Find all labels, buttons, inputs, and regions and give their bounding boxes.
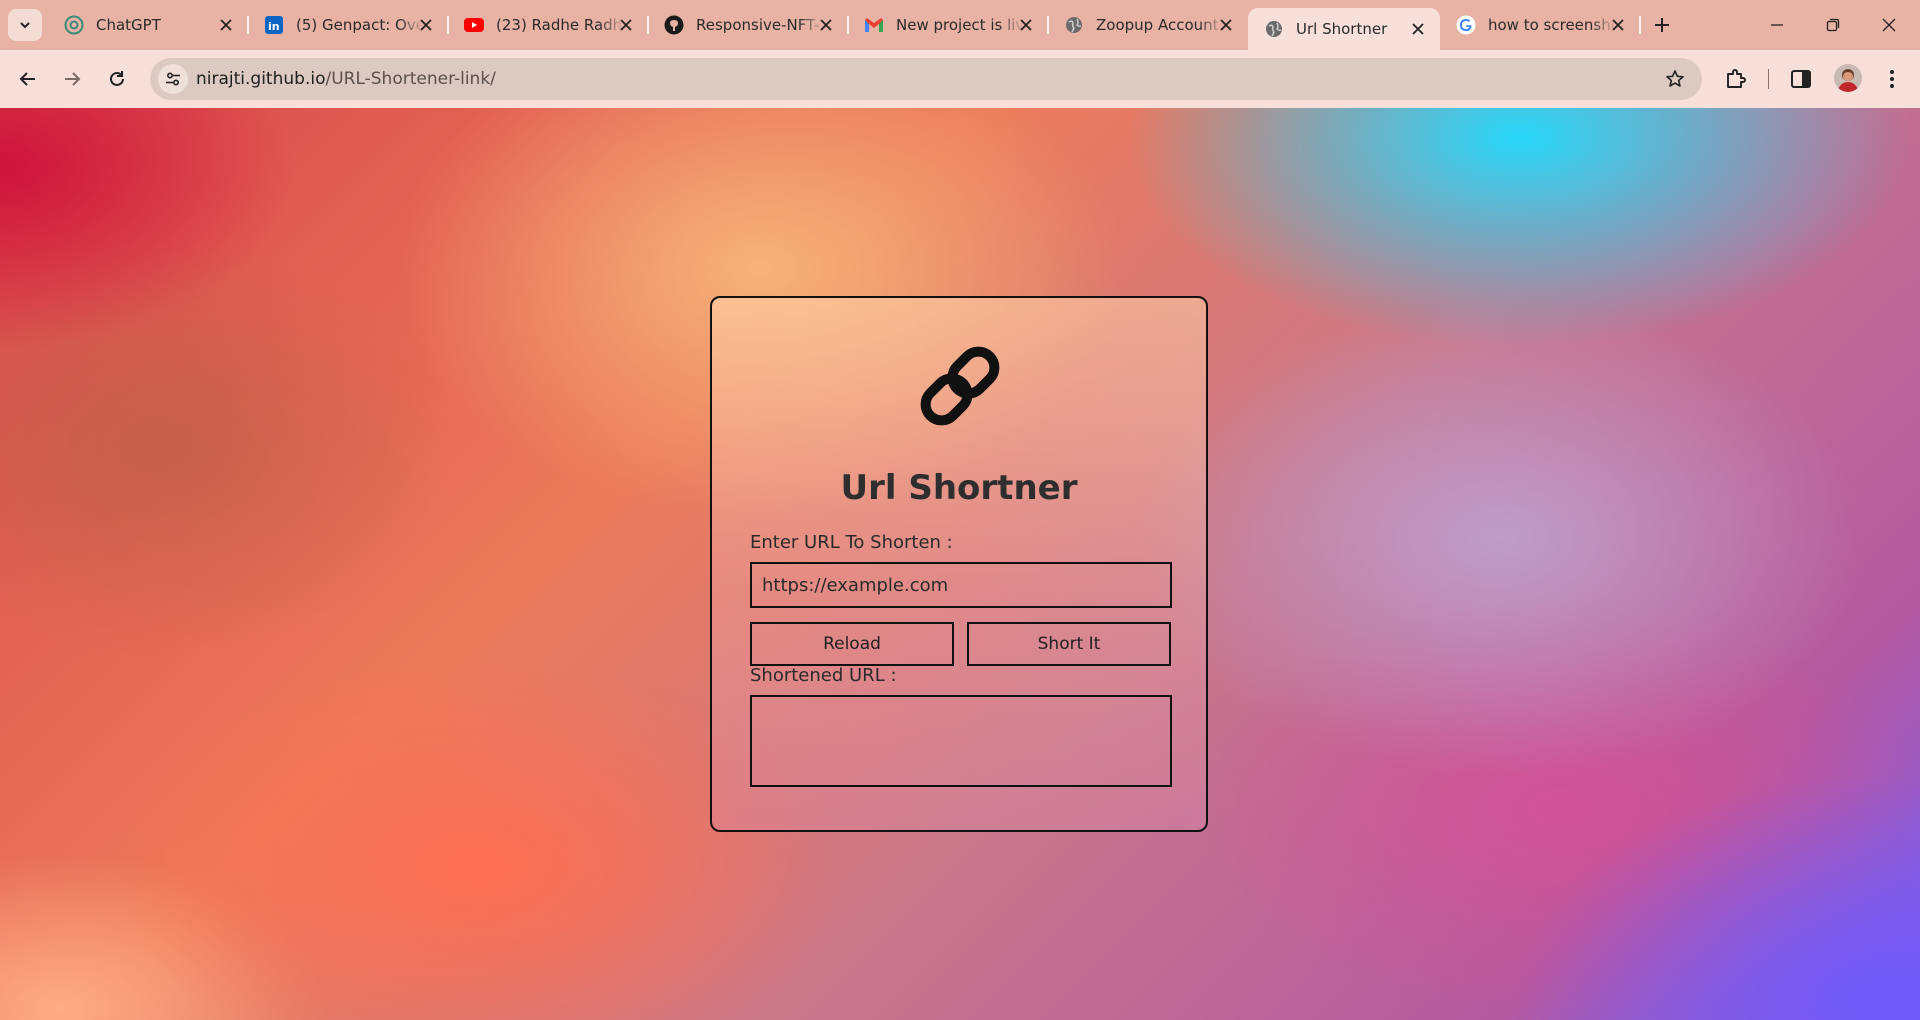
chevron-down-icon — [20, 22, 30, 29]
minimize-button[interactable] — [1754, 10, 1800, 40]
gmail-icon — [864, 15, 884, 35]
close-icon[interactable] — [416, 15, 436, 35]
github-icon — [664, 15, 684, 35]
globe-icon — [1064, 15, 1084, 35]
forward-arrow-icon — [65, 72, 81, 86]
tab-zoopup[interactable]: Zoopup Account — [1048, 8, 1248, 42]
tab-chatgpt[interactable]: ChatGPT — [48, 8, 249, 42]
close-icon[interactable] — [1408, 19, 1428, 39]
tab-strip: ChatGPT in (5) Genpact: Overview (23) Ra… — [0, 0, 1920, 50]
plus-icon — [1655, 18, 1669, 32]
reload-browser-button[interactable] — [103, 65, 131, 93]
address-bar[interactable]: nirajti.github.io/URL-Shortener-link/ — [150, 58, 1702, 100]
more-vertical-icon — [1890, 70, 1894, 88]
browser-toolbar: nirajti.github.io/URL-Shortener-link/ — [0, 50, 1920, 108]
close-icon[interactable] — [816, 15, 836, 35]
tab-title: (23) Radhe Radhe — [496, 16, 624, 34]
google-icon — [1456, 15, 1476, 35]
tab-title: Zoopup Account — [1096, 16, 1219, 34]
site-info-button[interactable] — [158, 64, 188, 94]
short-it-button[interactable]: Short It — [967, 622, 1171, 666]
browser-menu-button[interactable] — [1878, 65, 1906, 93]
linkedin-icon: in — [264, 15, 284, 35]
page-viewport: Url Shortner Enter URL To Shorten : Relo… — [0, 108, 1920, 1020]
close-icon — [1882, 18, 1896, 32]
forward-button[interactable] — [58, 65, 86, 93]
tab-title: ChatGPT — [96, 16, 161, 34]
restore-button[interactable] — [1810, 10, 1856, 40]
input-label: Enter URL To Shorten : — [750, 532, 953, 553]
close-icon[interactable] — [216, 15, 236, 35]
url-input[interactable] — [750, 562, 1172, 608]
new-tab-button[interactable] — [1648, 12, 1676, 38]
tab-title: how to screenshot — [1488, 16, 1616, 34]
tab-github[interactable]: Responsive-NFT- — [648, 8, 849, 42]
output-label: Shortened URL : — [750, 665, 897, 686]
bookmark-button[interactable] — [1664, 68, 1686, 90]
tab-title: Url Shortner — [1296, 20, 1388, 38]
back-arrow-icon — [19, 72, 35, 86]
star-icon — [1666, 70, 1684, 87]
globe-icon — [1264, 19, 1284, 39]
url-host: nirajti.github.io — [196, 69, 326, 89]
tab-title: (5) Genpact: Overview — [296, 16, 424, 34]
url-shortener-card: Url Shortner Enter URL To Shorten : Relo… — [710, 296, 1208, 832]
tab-separator — [1639, 16, 1641, 34]
restore-icon — [1826, 18, 1840, 32]
side-panel-button[interactable] — [1787, 65, 1815, 93]
tab-gmail[interactable]: New project is live — [848, 8, 1049, 42]
url-path: /URL-Shortener-link/ — [325, 69, 496, 89]
page-title: Url Shortner — [840, 468, 1078, 508]
refresh-icon — [110, 71, 124, 86]
svg-text:in: in — [268, 20, 280, 33]
close-icon[interactable] — [1016, 15, 1036, 35]
tab-title: Responsive-NFT- — [696, 16, 820, 34]
tab-search-button[interactable] — [8, 9, 42, 41]
profile-avatar[interactable] — [1834, 64, 1862, 92]
toolbar-divider — [1768, 69, 1769, 89]
tab-title: New project is live — [896, 16, 1024, 34]
close-window-button[interactable] — [1866, 10, 1912, 40]
tab-linkedin[interactable]: in (5) Genpact: Overview — [248, 8, 449, 42]
reload-button[interactable]: Reload — [750, 622, 954, 666]
shortened-url-output[interactable] — [750, 695, 1172, 787]
tab-google[interactable]: how to screenshot — [1440, 8, 1641, 42]
tab-url-shortner[interactable]: Url Shortner — [1248, 8, 1440, 50]
link-icon — [920, 346, 1000, 426]
close-icon[interactable] — [1216, 15, 1236, 35]
tab-youtube[interactable]: (23) Radhe Radhe — [448, 8, 649, 42]
close-icon[interactable] — [616, 15, 636, 35]
chatgpt-icon — [64, 15, 84, 35]
back-button[interactable] — [14, 65, 42, 93]
puzzle-icon — [1727, 69, 1746, 88]
side-panel-icon — [1791, 70, 1811, 88]
youtube-icon — [464, 15, 484, 35]
url-text[interactable]: nirajti.github.io/URL-Shortener-link/ — [196, 69, 496, 89]
minimize-icon — [1771, 24, 1783, 26]
tune-icon — [166, 72, 180, 86]
close-icon[interactable] — [1608, 15, 1628, 35]
extensions-button[interactable] — [1722, 65, 1750, 93]
